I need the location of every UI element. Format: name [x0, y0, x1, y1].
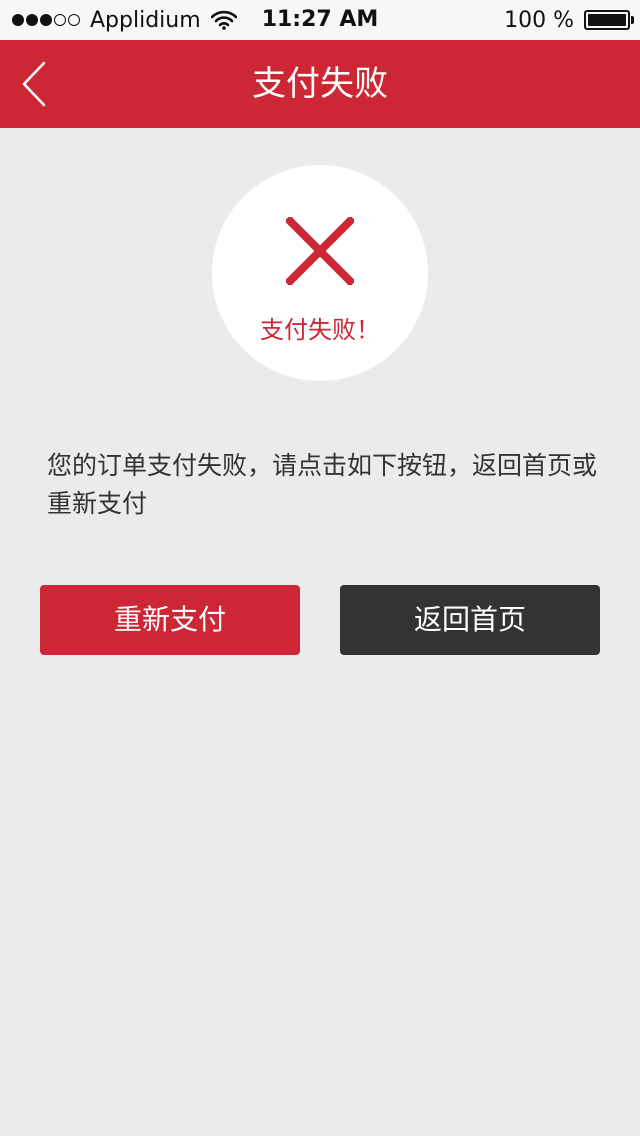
repay-button[interactable]: 重新支付: [40, 585, 300, 655]
x-icon: [286, 217, 354, 285]
status-bar: Applidium 11:27 AM 100 %: [0, 0, 640, 40]
page-title: 支付失败: [252, 64, 388, 104]
home-button[interactable]: 返回首页: [340, 585, 600, 655]
status-right: 100 %: [504, 0, 634, 40]
battery-icon: [584, 10, 634, 30]
chevron-left-icon: [22, 61, 46, 107]
back-button[interactable]: [8, 54, 60, 114]
nav-bar: 支付失败: [0, 40, 640, 128]
fail-label: 支付失败！: [260, 316, 380, 344]
status-circle: 支付失败！: [212, 165, 428, 381]
battery-percentage: 100 %: [504, 7, 574, 33]
failure-message: 您的订单支付失败，请点击如下按钮，返回首页或重新支付: [47, 451, 598, 518]
